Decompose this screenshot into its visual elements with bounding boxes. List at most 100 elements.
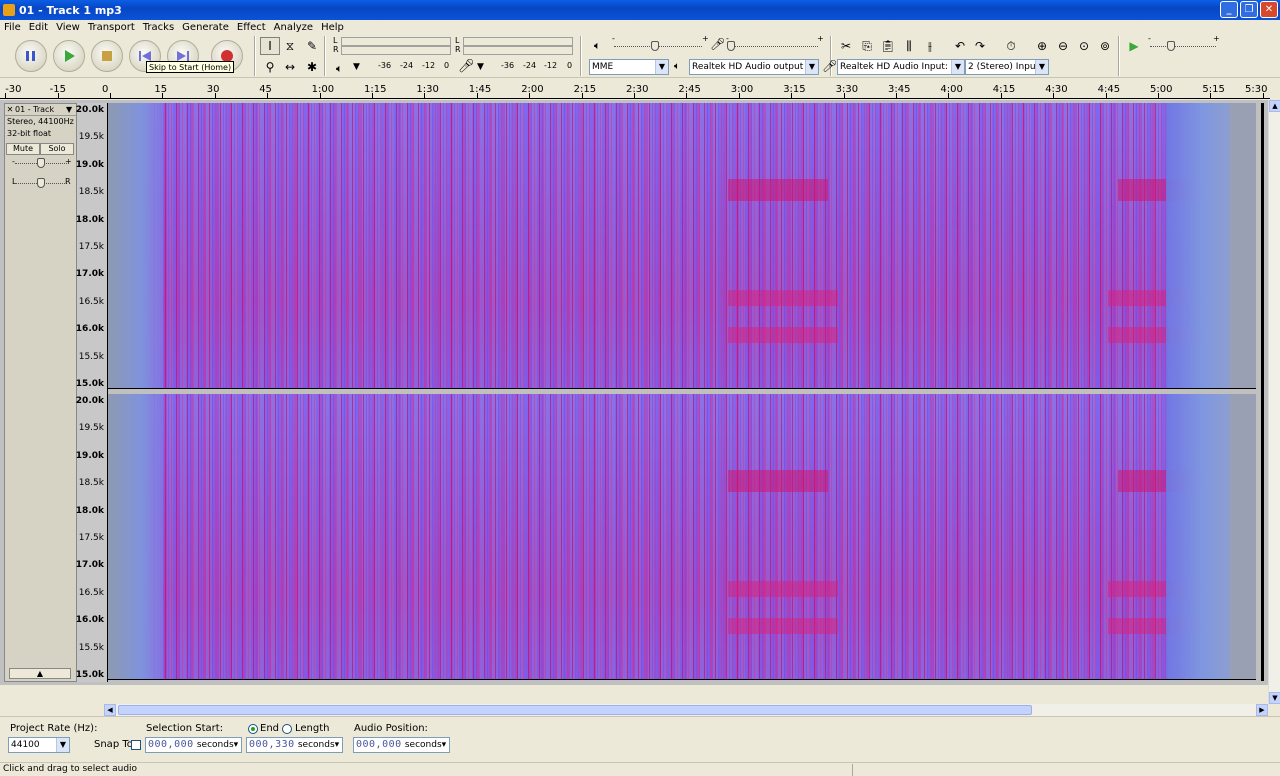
app-icon: [3, 4, 15, 16]
pan-thumb[interactable]: [37, 178, 45, 188]
play-button[interactable]: [53, 40, 85, 72]
menu-view[interactable]: View: [52, 22, 84, 33]
timeshift-tool-icon[interactable]: ↔: [280, 58, 300, 76]
frequency-label: 15.0k: [75, 379, 104, 389]
speaker-icon[interactable]: 🔈︎: [336, 62, 343, 76]
end-radio[interactable]: [248, 724, 258, 734]
zoom-tool-icon[interactable]: ⚲: [260, 58, 280, 76]
redo-icon[interactable]: ↷: [970, 37, 990, 55]
solo-button[interactable]: Solo: [40, 143, 74, 155]
project-rate-select[interactable]: 44100 ▼: [8, 737, 70, 753]
close-button[interactable]: ✕: [1260, 1, 1278, 18]
timeline-tick-mark: [738, 93, 740, 98]
spectrogram-left-channel[interactable]: [108, 103, 1256, 389]
mute-button[interactable]: Mute: [6, 143, 40, 155]
meter-dropdown-icon[interactable]: ▼: [353, 62, 360, 72]
menu-file[interactable]: File: [0, 22, 25, 33]
horizontal-scroll-thumb[interactable]: [118, 705, 1032, 715]
snap-to-checkbox[interactable]: [131, 740, 141, 750]
timeline-tick-label: 1:00: [311, 84, 335, 95]
envelope-tool-icon[interactable]: ⧖: [280, 37, 300, 55]
selection-tool-icon[interactable]: I: [260, 37, 280, 55]
menu-help[interactable]: Help: [317, 22, 348, 33]
mixer-out-minus: -: [612, 34, 615, 43]
rec-scale-24: -24: [523, 61, 537, 70]
input-volume-slider[interactable]: [728, 46, 818, 47]
track-sample-format: 32-bit float: [7, 129, 52, 138]
speed-minus: -: [1148, 34, 1151, 43]
menu-effect[interactable]: Effect: [233, 22, 270, 33]
paste-icon[interactable]: 📋︎: [878, 37, 898, 55]
timeline-tick-mark: [267, 93, 269, 98]
draw-tool-icon[interactable]: ✎: [302, 37, 322, 55]
input-channels-select[interactable]: 2 (Stereo) Input C ▼: [965, 59, 1049, 75]
meter-r-label: R: [333, 45, 339, 54]
timeline-tick-mark: [1262, 93, 1264, 98]
selection-start-unit: seconds: [196, 740, 234, 750]
status-bar: Click and drag to select audio: [0, 762, 1280, 776]
menu-transport[interactable]: Transport: [84, 22, 139, 33]
pan-left: L: [12, 177, 17, 186]
playback-meter-left: [341, 37, 451, 46]
track-border: [1261, 103, 1264, 681]
frequency-label: 19.0k: [75, 450, 104, 461]
selection-end-field[interactable]: 000,330 seconds▾: [246, 737, 343, 753]
audio-position-field[interactable]: 000,000 seconds▾: [353, 737, 450, 753]
fit-selection-icon[interactable]: ⊙: [1074, 37, 1094, 55]
frequency-label: 17.5k: [78, 533, 104, 543]
input-device-icon: 🎤︎: [822, 59, 838, 73]
play-speed-slider[interactable]: [1150, 46, 1216, 47]
timeline-ruler[interactable]: -30 -15 0 15 30 45 1:00 1:15 1:30 1:45 2:00 2:15 2:3…: [0, 78, 1280, 100]
timeline-tick-label: 5:00: [1150, 84, 1173, 95]
undo-icon[interactable]: ↶: [950, 37, 970, 55]
length-radio[interactable]: [282, 724, 292, 734]
track-menu-arrow-icon[interactable]: ▼: [66, 105, 76, 114]
input-volume-thumb[interactable]: [727, 41, 735, 51]
audio-host-select[interactable]: MME ▼: [589, 59, 669, 75]
collapse-track-button[interactable]: ▲: [9, 668, 71, 679]
pause-button[interactable]: [15, 40, 47, 72]
minimize-button[interactable]: _: [1220, 1, 1238, 18]
play-speed-thumb[interactable]: [1167, 41, 1175, 51]
scroll-right-icon[interactable]: ▶: [1256, 704, 1268, 716]
play-at-speed-icon[interactable]: ▶: [1124, 37, 1144, 55]
timeline-tick-label: 2:45: [678, 84, 701, 95]
trim-icon[interactable]: ⫼: [899, 37, 919, 55]
chevron-down-icon: ▼: [655, 60, 668, 74]
scroll-down-icon[interactable]: ▼: [1269, 692, 1280, 704]
zoom-out-icon[interactable]: ⊖: [1053, 37, 1073, 55]
multi-tool-icon[interactable]: ✱: [302, 58, 322, 76]
spectrogram-right-channel[interactable]: [108, 394, 1256, 680]
menu-analyze[interactable]: Analyze: [270, 22, 317, 33]
fit-project-icon[interactable]: ⊚: [1095, 37, 1115, 55]
vertical-scrollbar[interactable]: ▲ ▼: [1268, 100, 1280, 704]
copy-icon[interactable]: ⎘: [857, 37, 877, 55]
output-volume-thumb[interactable]: [651, 41, 659, 51]
cut-icon[interactable]: ✂: [836, 37, 856, 55]
timeline-tick-label: 4:45: [1097, 84, 1121, 95]
selection-start-field[interactable]: 000,000 seconds▾: [145, 737, 242, 753]
silence-icon[interactable]: ⫲: [920, 37, 940, 55]
input-device-select[interactable]: Realtek HD Audio Input: CD Vo ▼: [837, 59, 965, 75]
menu-generate[interactable]: Generate: [178, 22, 233, 33]
microphone-icon[interactable]: 🎤︎: [458, 59, 475, 74]
timeline-tick-label: 3:30: [835, 84, 859, 95]
stop-button[interactable]: [91, 40, 123, 72]
rec-scale-12: -12: [544, 61, 558, 70]
track-name-menu[interactable]: 01 - Track: [15, 105, 66, 114]
menu-edit[interactable]: Edit: [25, 22, 52, 33]
maximize-button[interactable]: ❐: [1240, 1, 1258, 18]
zoom-in-icon[interactable]: ⊕: [1032, 37, 1052, 55]
rec-scale-0: 0: [567, 61, 573, 70]
timeline-tick-label: 5:30: [1245, 84, 1268, 95]
close-track-icon[interactable]: ✕: [5, 105, 15, 114]
sync-lock-icon[interactable]: ⏱: [1001, 37, 1021, 55]
horizontal-scrollbar[interactable]: ◀ ▶: [104, 704, 1268, 716]
scroll-up-icon[interactable]: ▲: [1269, 100, 1280, 112]
menu-tracks[interactable]: Tracks: [139, 22, 178, 33]
timeline-tick-label: 4:00: [940, 84, 963, 95]
rec-meter-dropdown-icon[interactable]: ▼: [477, 62, 484, 72]
scroll-left-icon[interactable]: ◀: [104, 704, 116, 716]
gain-thumb[interactable]: [37, 158, 45, 168]
output-device-select[interactable]: Realtek HD Audio output ▼: [689, 59, 819, 75]
